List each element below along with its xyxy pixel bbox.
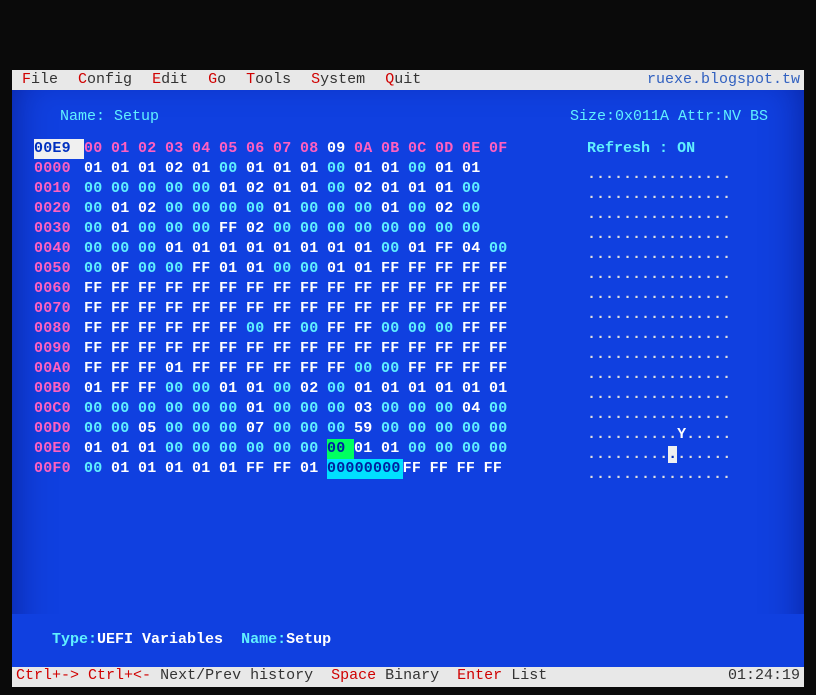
ascii-row: ................ xyxy=(587,305,782,325)
name-value: Setup xyxy=(114,108,159,125)
hex-row[interactable]: 0040 00000001010101010101010001FF0400 xyxy=(34,239,577,259)
url-text: ruexe.blogspot.tw xyxy=(647,71,804,89)
ascii-row: ................ xyxy=(587,405,782,425)
hex-row[interactable]: 00B0 01FFFF00000101000200010101010101 xyxy=(34,379,577,399)
ascii-row: ................ xyxy=(587,445,782,465)
ascii-row: ................ xyxy=(587,285,782,305)
ascii-panel: Refresh : ON ...........................… xyxy=(587,139,782,610)
hex-row[interactable]: 0070 FFFFFFFFFFFFFFFFFFFFFFFFFFFFFFFF xyxy=(34,299,577,319)
size-attr: Size:0x011A Attr:NV BS xyxy=(570,108,768,125)
ascii-row: ................ xyxy=(587,465,782,485)
name-label: Name: xyxy=(60,108,105,125)
key-space: Space xyxy=(331,667,376,687)
ascii-row: ................ xyxy=(587,325,782,345)
hex-row[interactable]: 0060 FFFFFFFFFFFFFFFFFFFFFFFFFFFFFFFF xyxy=(34,279,577,299)
hex-row[interactable]: 0000 010101020100010101000101000101 xyxy=(34,159,577,179)
key-ctrl-right: Ctrl+-> xyxy=(16,667,79,687)
hex-row[interactable]: 0020 000102000000000100000001000200 xyxy=(34,199,577,219)
ascii-row: ................ xyxy=(587,205,782,225)
header: Name: Setup Size:0x011A Attr:NV BS xyxy=(12,90,804,131)
clock: 01:24:19 xyxy=(728,667,800,687)
menu-item-system[interactable]: System xyxy=(301,71,375,89)
hex-row[interactable]: 00C0 00000000000001000000030000000400 xyxy=(34,399,577,419)
ascii-row: ................ xyxy=(587,345,782,365)
menu-item-file[interactable]: File xyxy=(12,71,68,89)
menu-item-tools[interactable]: Tools xyxy=(236,71,301,89)
menu-item-edit[interactable]: Edit xyxy=(142,71,198,89)
refresh-label: Refresh xyxy=(587,140,650,157)
hex-row[interactable]: 0030 0001000000FF020000000000000000 xyxy=(34,219,577,239)
footer-bar: Ctrl+-> Ctrl+<- Next/Prev history Space … xyxy=(12,667,804,687)
hex-row[interactable]: 00E0 01010100000000000000010100000000 xyxy=(34,439,577,459)
status-bar: Type:UEFI Variables Name:Setup xyxy=(12,614,804,667)
ascii-row: ................ xyxy=(587,165,782,185)
ascii-row: ................ xyxy=(587,245,782,265)
key-ctrl-left: Ctrl+<- xyxy=(88,667,151,687)
ascii-row: ................ xyxy=(587,225,782,245)
menu-item-quit[interactable]: Quit xyxy=(375,71,431,89)
hex-row[interactable]: 00D0 00000500000007000000590000000000 xyxy=(34,419,577,439)
ascii-row: ................ xyxy=(587,185,782,205)
hex-row[interactable]: 0090 FFFFFFFFFFFFFFFFFFFFFFFFFFFFFFFF xyxy=(34,339,577,359)
ascii-row: ................ xyxy=(587,265,782,285)
hex-panel[interactable]: 00E9 000102030405060708090A0B0C0D0E0F000… xyxy=(34,139,577,610)
hex-row[interactable]: 00A0 FFFFFF01FFFFFFFFFFFF0000FFFFFFFF xyxy=(34,359,577,379)
key-enter: Enter xyxy=(457,667,502,687)
menubar[interactable]: FileConfigEditGoToolsSystemQuit ruexe.bl… xyxy=(12,70,804,90)
app-screen: FileConfigEditGoToolsSystemQuit ruexe.bl… xyxy=(12,70,804,687)
menu-item-go[interactable]: Go xyxy=(198,71,236,89)
ascii-row: ................ xyxy=(587,365,782,385)
hex-row[interactable]: 0010 000000000001020101000201010100 xyxy=(34,179,577,199)
refresh-value: ON xyxy=(677,140,695,157)
hex-row[interactable]: 0080 FFFFFFFFFFFF00FF00FFFF000000FFFF xyxy=(34,319,577,339)
hex-column-header: 00E9 000102030405060708090A0B0C0D0E0F xyxy=(34,139,577,159)
menu-item-config[interactable]: Config xyxy=(68,71,142,89)
hex-row[interactable]: 0050 000F0000FF010100000101FFFFFFFFFF xyxy=(34,259,577,279)
ascii-row: ................ xyxy=(587,385,782,405)
ascii-row: ..........Y..... xyxy=(587,425,782,445)
hex-row[interactable]: 00F0 000101010101FFFF0100000000FFFFFFFF xyxy=(34,459,577,479)
